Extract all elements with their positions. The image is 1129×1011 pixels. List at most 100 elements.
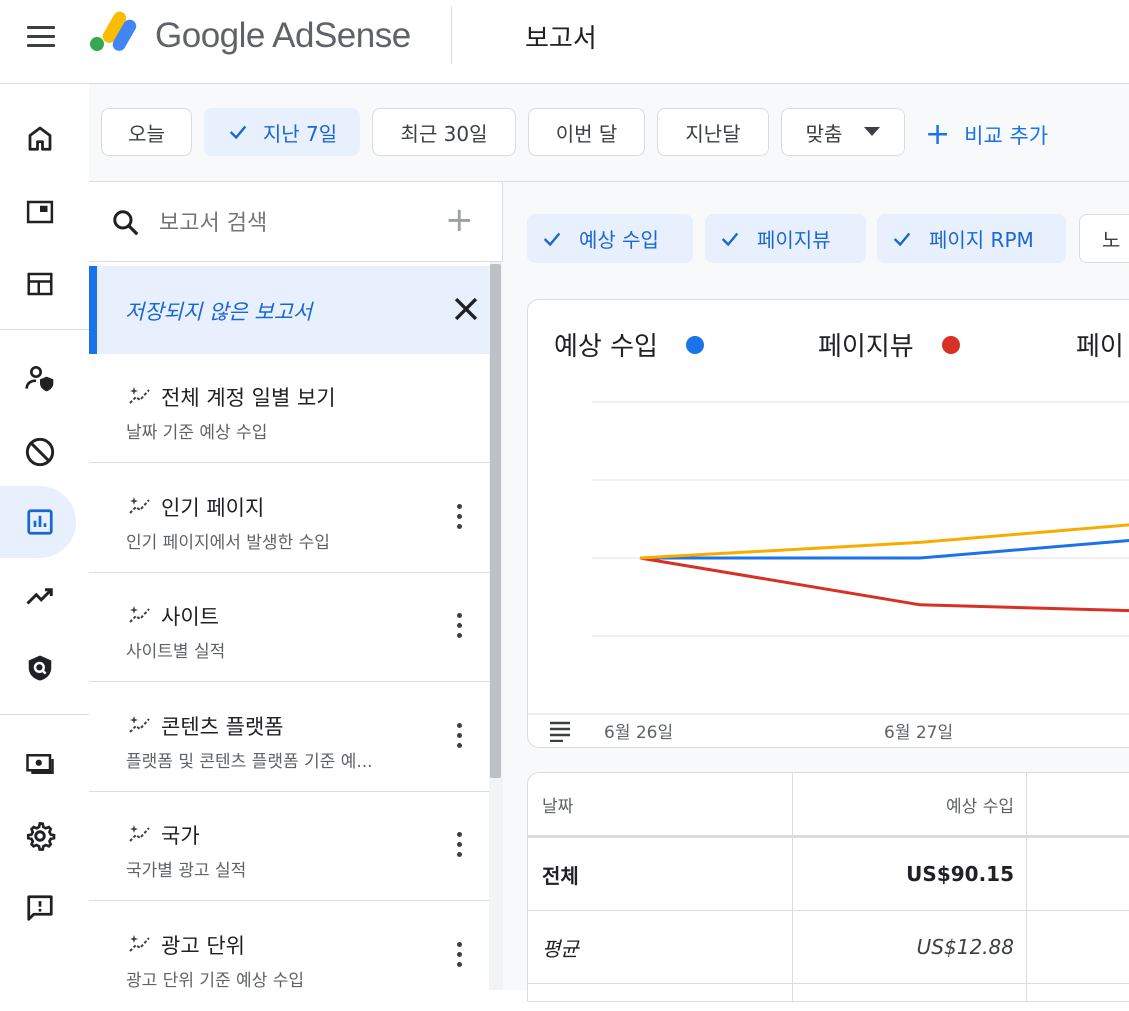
more-vert-icon[interactable] (449, 504, 469, 534)
divider (0, 714, 89, 715)
report-subtitle: 사이트별 실적 (126, 642, 226, 662)
report-main-area: 예상 수입 페이지뷰 페이지 RPM 노 예상 수입 페이지뷰 페이 6월 26… (503, 182, 1129, 1002)
more-vert-icon[interactable] (449, 832, 469, 862)
chip-label: 노 (1102, 228, 1121, 252)
chip-label: 페이지뷰 (757, 228, 831, 252)
more-vert-icon[interactable] (449, 723, 469, 753)
metric-chip-page-rpm[interactable]: 페이지 RPM (877, 214, 1066, 263)
divider (0, 329, 89, 330)
sparkle-icon (129, 825, 150, 842)
report-subtitle: 플랫폼 및 콘텐츠 플랫폼 기준 예... (126, 752, 373, 772)
chip-label: 예상 수입 (579, 228, 659, 252)
dropdown-arrow-icon (864, 127, 881, 136)
report-title: 사이트 (161, 605, 219, 629)
date-filter-bar: 오늘 지난 7일 최근 30일 이번 달 지난달 맞춤 + 비교 추가 (89, 84, 1129, 182)
row-value-total: US$90.15 (906, 862, 1014, 886)
check-icon (893, 232, 911, 246)
divider (451, 6, 452, 64)
report-subtitle: 인기 페이지에서 발생한 수입 (126, 533, 330, 553)
report-table: 날짜 예상 수입 전체 US$90.15 평균 US$12.88 (527, 772, 1129, 1002)
adsense-logo (88, 8, 140, 54)
row-value-average: US$12.88 (916, 935, 1014, 959)
scrollbar-thumb[interactable] (490, 264, 501, 778)
menu-icon[interactable] (27, 26, 55, 47)
settings-icon[interactable] (22, 818, 58, 854)
metric-chip-estimated-earnings[interactable]: 예상 수입 (527, 214, 693, 263)
new-report-plus-icon[interactable]: + (445, 200, 474, 240)
close-icon[interactable] (449, 292, 483, 326)
check-icon (721, 232, 739, 246)
row-divider (528, 983, 1129, 984)
report-title: 국가 (161, 824, 200, 848)
privacy-messaging-icon[interactable] (22, 360, 58, 396)
brand-name: Google AdSense (155, 16, 411, 55)
chip-label: 최근 30일 (400, 121, 488, 146)
sparkle-icon (129, 716, 150, 733)
report-item[interactable]: 콘텐츠 플랫폼 플랫폼 및 콘텐츠 플랫폼 기준 예... (89, 683, 489, 792)
report-title: 광고 단위 (161, 934, 245, 958)
report-item[interactable]: 전체 계정 일별 보기 날짜 기준 예상 수입 (89, 354, 489, 463)
date-chip-last-7-days[interactable]: 지난 7일 (204, 108, 360, 156)
optimization-icon[interactable] (22, 578, 58, 614)
policy-center-icon[interactable] (22, 650, 58, 686)
series-line[interactable] (639, 519, 1129, 560)
line-chart (528, 401, 1129, 715)
report-subtitle: 날짜 기준 예상 수입 (126, 423, 268, 443)
chart-card: 예상 수입 페이지뷰 페이 6월 26일 6월 27일 (527, 299, 1129, 748)
check-icon (229, 125, 247, 140)
unsaved-report-label: 저장되지 않은 보고서 (125, 300, 313, 324)
date-chip-last-30-days[interactable]: 최근 30일 (372, 108, 516, 156)
sparkle-icon (129, 497, 150, 514)
reports-icon[interactable] (22, 504, 58, 540)
report-title: 전체 계정 일별 보기 (161, 386, 336, 410)
unsaved-report-item[interactable]: 저장되지 않은 보고서 (89, 266, 491, 354)
series-line[interactable] (639, 556, 1129, 613)
chip-label: 지난달 (685, 121, 741, 146)
report-search-row: + (89, 182, 503, 262)
report-title: 인기 페이지 (161, 496, 265, 520)
row-label-average: 평균 (542, 936, 579, 961)
list-icon[interactable] (548, 720, 574, 742)
sparkle-icon (129, 935, 150, 952)
add-comparison-button[interactable]: + 비교 추가 (925, 120, 1048, 150)
search-icon (113, 210, 139, 236)
column-header-estimated-earnings[interactable]: 예상 수입 (794, 773, 1014, 835)
feedback-icon[interactable] (22, 890, 58, 926)
ads-icon[interactable] (22, 266, 58, 302)
column-divider (1026, 773, 1027, 1001)
date-chip-today[interactable]: 오늘 (101, 108, 192, 156)
nav-rail (0, 84, 89, 990)
chip-label: 페이지 RPM (929, 228, 1034, 252)
block-icon[interactable] (22, 434, 58, 470)
more-vert-icon[interactable] (449, 942, 469, 972)
row-label-total: 전체 (542, 863, 579, 888)
chip-label: 지난 7일 (262, 121, 338, 146)
date-chip-this-month[interactable]: 이번 달 (528, 108, 645, 156)
report-item[interactable]: 사이트 사이트별 실적 (89, 573, 489, 682)
x-tick-label: 6월 27일 (884, 723, 954, 743)
report-list-panel: + 저장되지 않은 보고서 전체 계정 일별 보기 날짜 기준 예상 수입 인기… (89, 182, 503, 991)
sparkle-icon (129, 387, 150, 404)
check-icon (543, 232, 561, 246)
report-item[interactable]: 국가 국가별 광고 실적 (89, 792, 489, 901)
add-comparison-label: 비교 추가 (964, 124, 1049, 148)
sites-icon[interactable] (22, 194, 58, 230)
report-item[interactable]: 인기 페이지 인기 페이지에서 발생한 수입 (89, 464, 489, 573)
home-icon[interactable] (22, 120, 58, 156)
sparkle-icon (129, 606, 150, 623)
report-search-input[interactable] (159, 206, 429, 240)
chip-label: 오늘 (128, 121, 165, 146)
date-chip-last-month[interactable]: 지난달 (657, 108, 769, 156)
x-tick-label: 6월 26일 (604, 723, 674, 743)
column-header-date[interactable]: 날짜 (542, 773, 782, 835)
payments-icon[interactable] (22, 746, 58, 782)
date-chip-custom[interactable]: 맞춤 (781, 108, 905, 156)
metric-chip-partial[interactable]: 노 (1079, 214, 1129, 263)
header-label: 예상 수입 (946, 796, 1014, 817)
more-vert-icon[interactable] (449, 613, 469, 643)
top-app-bar: Google AdSense 보고서 (0, 0, 1129, 84)
report-title: 콘텐츠 플랫폼 (161, 715, 284, 739)
metric-chip-pageviews[interactable]: 페이지뷰 (705, 214, 866, 263)
report-subtitle: 국가별 광고 실적 (126, 861, 247, 881)
report-item[interactable]: 광고 단위 광고 단위 기준 예상 수입 (89, 902, 489, 1011)
